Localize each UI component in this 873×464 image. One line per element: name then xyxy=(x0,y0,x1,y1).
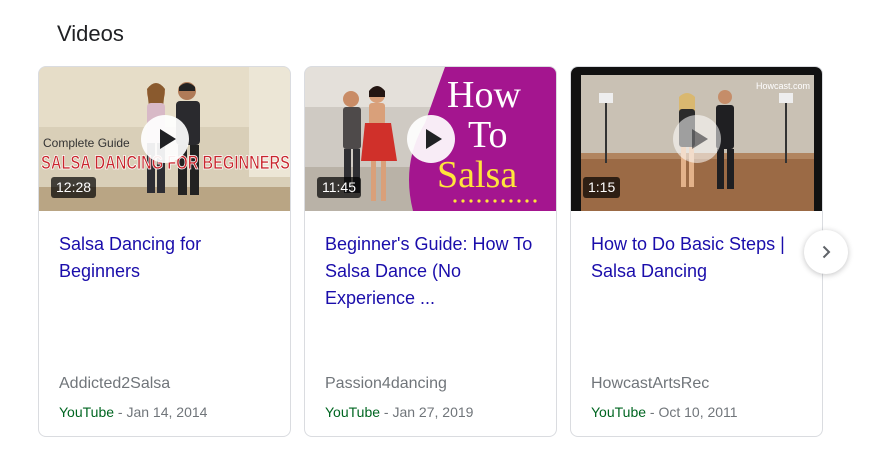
video-carousel: Complete Guide SALSA DANCING FOR BEGINNE… xyxy=(38,66,873,439)
video-meta: YouTube - Jan 14, 2014 xyxy=(59,404,207,420)
thumbnail-headline-1: How xyxy=(447,74,521,116)
video-thumbnail[interactable]: Howcast.com 1:15 xyxy=(571,67,822,211)
thumbnail-caption: Complete Guide xyxy=(43,136,130,150)
publish-date: Jan 27, 2019 xyxy=(392,404,474,420)
video-title-link[interactable]: Beginner's Guide: How To Salsa Dance (No… xyxy=(325,231,545,312)
duration-badge: 11:45 xyxy=(317,177,361,198)
thumbnail-watermark: Howcast.com xyxy=(756,81,810,91)
channel-name: Passion4dancing xyxy=(325,375,447,392)
meta-separator: - xyxy=(646,404,659,420)
duration-badge: 12:28 xyxy=(51,177,97,198)
video-thumbnail[interactable]: Complete Guide SALSA DANCING FOR BEGINNE… xyxy=(39,67,290,211)
duration-badge: 1:15 xyxy=(583,177,621,198)
source-name: YouTube xyxy=(591,404,647,420)
source-name: YouTube xyxy=(325,404,381,420)
publish-date: Oct 10, 2011 xyxy=(658,404,738,420)
video-card[interactable]: Howcast.com 1:15 How to Do Basic Steps |… xyxy=(570,66,823,437)
source-name: YouTube xyxy=(59,404,115,420)
video-card[interactable]: How To Salsa 11:45 Beginner's Guide: How… xyxy=(304,66,557,437)
channel-name: Addicted2Salsa xyxy=(59,375,171,392)
publish-date: Jan 14, 2014 xyxy=(126,404,208,420)
video-thumbnail[interactable]: How To Salsa 11:45 xyxy=(305,67,556,211)
thumbnail-headline-3: Salsa xyxy=(437,154,517,196)
carousel-next-button[interactable] xyxy=(804,230,848,274)
play-icon[interactable] xyxy=(406,115,455,163)
section-title: Videos xyxy=(57,21,124,46)
channel-name: HowcastArtsRec xyxy=(591,375,710,392)
video-meta: YouTube - Jan 27, 2019 xyxy=(325,404,473,420)
meta-separator: - xyxy=(114,404,127,420)
meta-separator: - xyxy=(380,404,393,420)
video-card[interactable]: Complete Guide SALSA DANCING FOR BEGINNE… xyxy=(38,66,291,437)
play-icon[interactable] xyxy=(140,115,189,163)
thumbnail-headline-2: To xyxy=(468,114,508,156)
play-icon[interactable] xyxy=(672,115,721,163)
video-title-link[interactable]: How to Do Basic Steps | Salsa Dancing xyxy=(591,231,811,285)
video-title-link[interactable]: Salsa Dancing for Beginners xyxy=(59,231,279,285)
video-meta: YouTube - Oct 10, 2011 xyxy=(591,404,738,420)
chevron-right-icon xyxy=(822,245,831,259)
